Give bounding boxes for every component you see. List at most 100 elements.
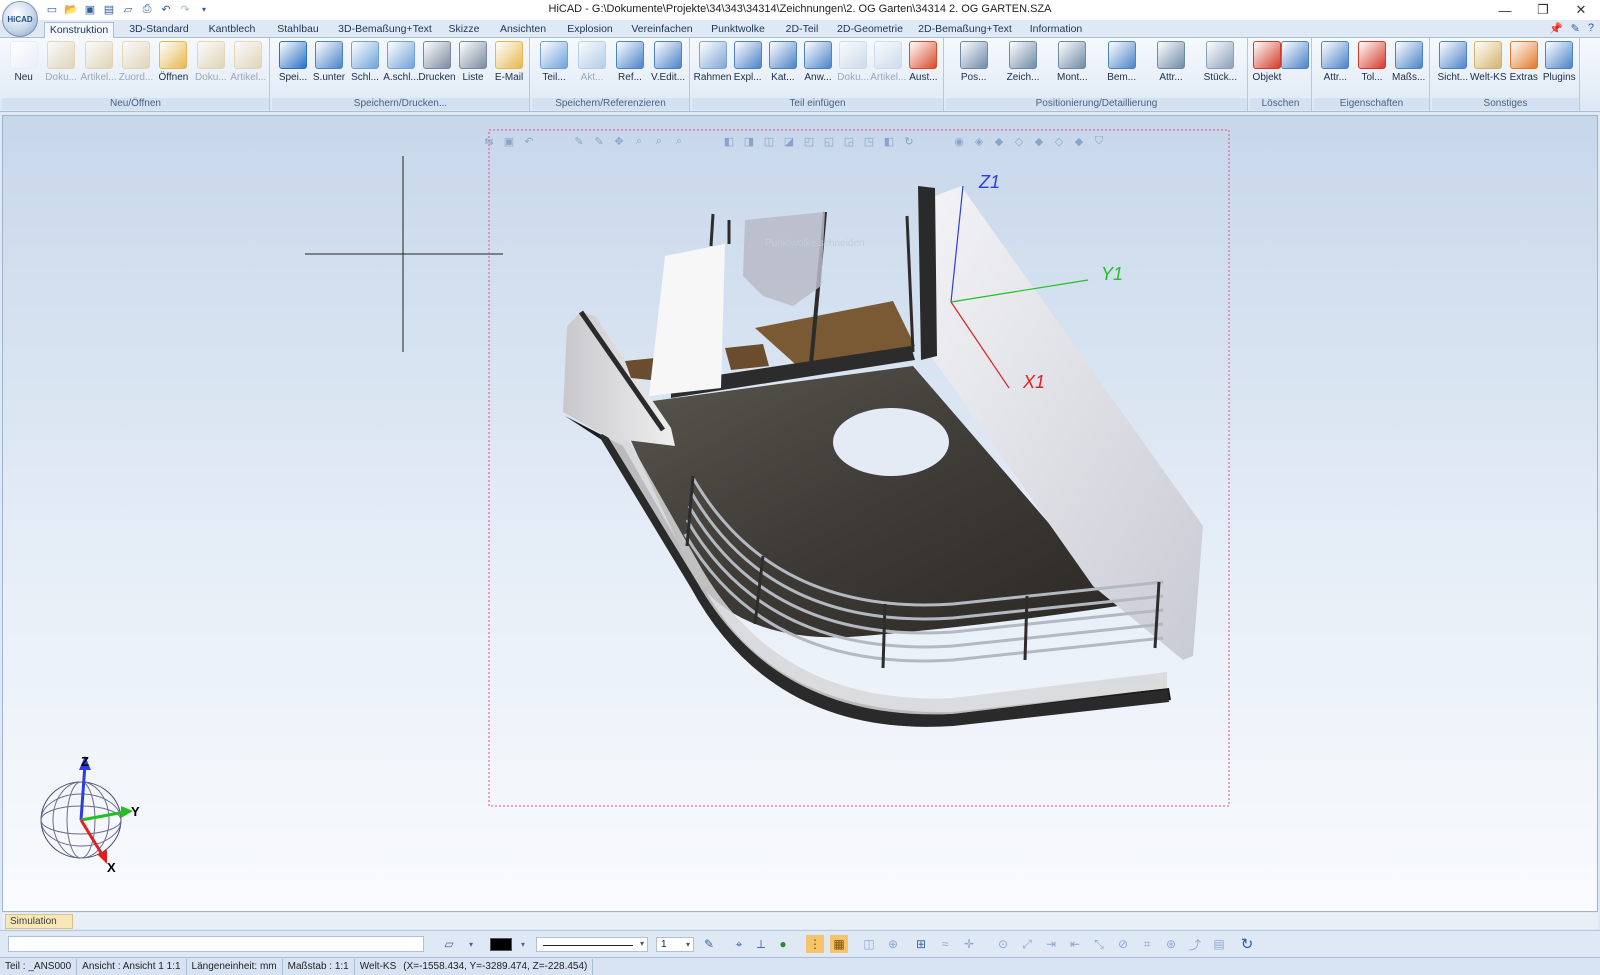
tab-explosion[interactable]: Explosion bbox=[562, 22, 618, 38]
ribbon-button-aschl[interactable]: A.schl... bbox=[383, 41, 419, 97]
refresh-icon[interactable]: ↻ bbox=[1238, 935, 1256, 953]
color-swatch[interactable] bbox=[490, 938, 512, 951]
tab-2d-geometrie[interactable]: 2D-Geometrie bbox=[834, 22, 906, 38]
filter-icon[interactable]: ⛉ bbox=[1091, 133, 1107, 149]
color-palette-icon[interactable]: ● bbox=[774, 935, 792, 953]
ribbon-button-zeich[interactable]: Zeich... bbox=[1006, 41, 1040, 97]
help-icon[interactable]: ? bbox=[1588, 22, 1594, 35]
ribbon-button-attr[interactable]: Attr... bbox=[1154, 41, 1188, 97]
tool-c-icon[interactable]: ⊞ bbox=[912, 935, 930, 953]
tab-ansichten[interactable]: Ansichten bbox=[494, 22, 552, 38]
tool-e-icon[interactable]: ✛ bbox=[960, 935, 978, 953]
ribbon-button-spei[interactable]: Spei... bbox=[276, 41, 310, 97]
transform-icon[interactable]: ⇆ bbox=[481, 133, 497, 149]
ribbon-button-sunter[interactable]: S.unter bbox=[312, 41, 346, 97]
ribbon-button-kat[interactable]: Kat... bbox=[766, 41, 800, 97]
ribbon-button-öffnen[interactable]: Öffnen bbox=[156, 41, 190, 97]
ribbon-button-teil[interactable]: Teil... bbox=[537, 41, 571, 97]
tool-b-icon[interactable]: ⊕ bbox=[884, 935, 902, 953]
measure-icon[interactable]: ✎ bbox=[571, 133, 587, 149]
ribbon-button-maßs[interactable]: Maßs... bbox=[1392, 41, 1426, 97]
ribbon-button-rahmen[interactable]: Rahmen bbox=[694, 41, 731, 97]
ribbon-button-schl[interactable]: Schl... bbox=[348, 41, 382, 97]
tool-n-icon[interactable]: ⤴ bbox=[1186, 935, 1204, 953]
tool-g-icon[interactable]: ⤢ bbox=[1018, 935, 1036, 953]
ribbon-button-aust[interactable]: Aust... bbox=[906, 41, 940, 97]
tool-o-icon[interactable]: ▤ bbox=[1210, 935, 1228, 953]
ribbon-button-bem[interactable]: Bem... bbox=[1105, 41, 1139, 97]
ribbon-button-artikel[interactable]: Artikel... bbox=[81, 41, 117, 97]
ribbon-button-e-mail[interactable]: E-Mail bbox=[492, 41, 526, 97]
tab-simulation[interactable]: Simulation bbox=[5, 914, 73, 929]
view-iso-icon[interactable]: ◧ bbox=[881, 133, 897, 149]
ribbon-button-neu[interactable]: Neu bbox=[7, 41, 41, 97]
tab-2d-bemassung-text[interactable]: 2D-Bemaßung+Text bbox=[916, 22, 1014, 38]
tool-j-icon[interactable]: ⤡ bbox=[1090, 935, 1108, 953]
ribbon-button-liste[interactable]: Liste bbox=[456, 41, 490, 97]
ribbon-button-artikel[interactable]: Artikel... bbox=[230, 41, 266, 97]
tab-kantblech[interactable]: Kantblech bbox=[203, 22, 261, 38]
ribbon-button-stück[interactable]: Stück... bbox=[1203, 41, 1237, 97]
pin-icon[interactable]: 📌 bbox=[1549, 22, 1563, 35]
command-input[interactable] bbox=[8, 936, 424, 952]
ribbon-button-extras[interactable]: Extras bbox=[1507, 41, 1541, 97]
ribbon-button-welt-ks[interactable]: Welt-KS bbox=[1470, 41, 1507, 97]
tab-3d-bemassung-text[interactable]: 3D-Bemaßung+Text bbox=[336, 22, 434, 38]
shading-1-icon[interactable]: ◈ bbox=[971, 133, 987, 149]
app-menu-button[interactable]: HiCAD bbox=[2, 1, 38, 37]
tab-punktwolke[interactable]: Punktwolke bbox=[706, 22, 770, 38]
ribbon-button-akt[interactable]: Akt... bbox=[575, 41, 609, 97]
tab-skizze[interactable]: Skizze bbox=[444, 22, 484, 38]
tab-information[interactable]: Information bbox=[1024, 22, 1088, 38]
shading-5-icon[interactable]: ◇ bbox=[1051, 133, 1067, 149]
ribbon-button-zuord[interactable]: Zuord... bbox=[119, 41, 153, 97]
color-dropdown-icon[interactable]: ▾ bbox=[514, 935, 532, 953]
pen-icon[interactable]: ✎ bbox=[700, 935, 718, 953]
ribbon-button-sicht[interactable]: Sicht... bbox=[1436, 41, 1470, 97]
tool-m-icon[interactable]: ⊛ bbox=[1162, 935, 1180, 953]
tab-konstruktion[interactable]: Konstruktion bbox=[44, 22, 114, 39]
shading-2-icon[interactable]: ◆ bbox=[991, 133, 1007, 149]
snap-1-icon[interactable]: ⌖ bbox=[730, 935, 748, 953]
visibility-icon[interactable]: ◉ bbox=[951, 133, 967, 149]
zoom-out-icon[interactable]: ⌕ bbox=[671, 133, 687, 149]
view-front-icon[interactable]: ◫ bbox=[761, 133, 777, 149]
snap-2-icon[interactable]: ⟂ bbox=[752, 935, 770, 953]
tool-l-icon[interactable]: ⌗ bbox=[1138, 935, 1156, 953]
ribbon-button-attr[interactable]: Attr... bbox=[1318, 41, 1352, 97]
view-top-icon[interactable]: ◲ bbox=[841, 133, 857, 149]
tab-stahlbau[interactable]: Stahlbau bbox=[270, 22, 326, 38]
line-width-select[interactable]: 1 ▾ bbox=[656, 937, 694, 952]
ribbon-button-pos[interactable]: Pos... bbox=[957, 41, 991, 97]
tool-i-icon[interactable]: ⇤ bbox=[1066, 935, 1084, 953]
ribbon-button-mont[interactable]: Mont... bbox=[1055, 41, 1089, 97]
close-button[interactable]: ✕ bbox=[1562, 0, 1600, 20]
ribbon-button-expl[interactable]: Expl... bbox=[731, 41, 765, 97]
pan-icon[interactable]: ✥ bbox=[611, 133, 627, 149]
zoom-icon[interactable]: ⌕ bbox=[631, 133, 647, 149]
ribbon-button-artikel[interactable]: Artikel... bbox=[870, 41, 906, 97]
tab-vereinfachen[interactable]: Vereinfachen bbox=[628, 22, 696, 38]
measure-2-icon[interactable]: ✎ bbox=[591, 133, 607, 149]
view-right-icon[interactable]: ◱ bbox=[821, 133, 837, 149]
shading-4-icon[interactable]: ◆ bbox=[1031, 133, 1047, 149]
ribbon-button-doku[interactable]: Doku... bbox=[194, 41, 228, 97]
tab-2d-teil[interactable]: 2D-Teil bbox=[780, 22, 824, 38]
ribbon-button-doku[interactable]: Doku... bbox=[44, 41, 78, 97]
ribbon-button-plugins[interactable]: Plugins bbox=[1542, 41, 1576, 97]
tool-k-icon[interactable]: ⊘ bbox=[1114, 935, 1132, 953]
ribbon-button-vedit[interactable]: V.Edit... bbox=[651, 41, 685, 97]
view-cube-1-icon[interactable]: ◧ bbox=[721, 133, 737, 149]
restore-button[interactable]: ❐ bbox=[1524, 0, 1562, 20]
ribbon-button-anw[interactable]: Anw... bbox=[801, 41, 835, 97]
view-undo-icon[interactable]: ↶ bbox=[521, 133, 537, 149]
tool-h-icon[interactable]: ⇥ bbox=[1042, 935, 1060, 953]
tab-3d-standard[interactable]: 3D-Standard bbox=[124, 22, 194, 38]
grid-2-icon[interactable]: ▦ bbox=[830, 935, 848, 953]
ribbon-button-drucken[interactable]: Drucken bbox=[418, 41, 456, 97]
view-cube-2-icon[interactable]: ◨ bbox=[741, 133, 757, 149]
3d-viewport[interactable]: ⇆ ▣ ↶ ✎ ✎ ✥ ⌕ ⌕ ⌕ ◧ ◨ ◫ ◪ ◰ ◱ ◲ ◳ ◧ ↻ ◉ … bbox=[2, 115, 1598, 912]
minimize-button[interactable]: — bbox=[1486, 0, 1524, 20]
zoom-in-icon[interactable]: ⌕ bbox=[651, 133, 667, 149]
grid-icon[interactable]: ⋮ bbox=[806, 935, 824, 953]
